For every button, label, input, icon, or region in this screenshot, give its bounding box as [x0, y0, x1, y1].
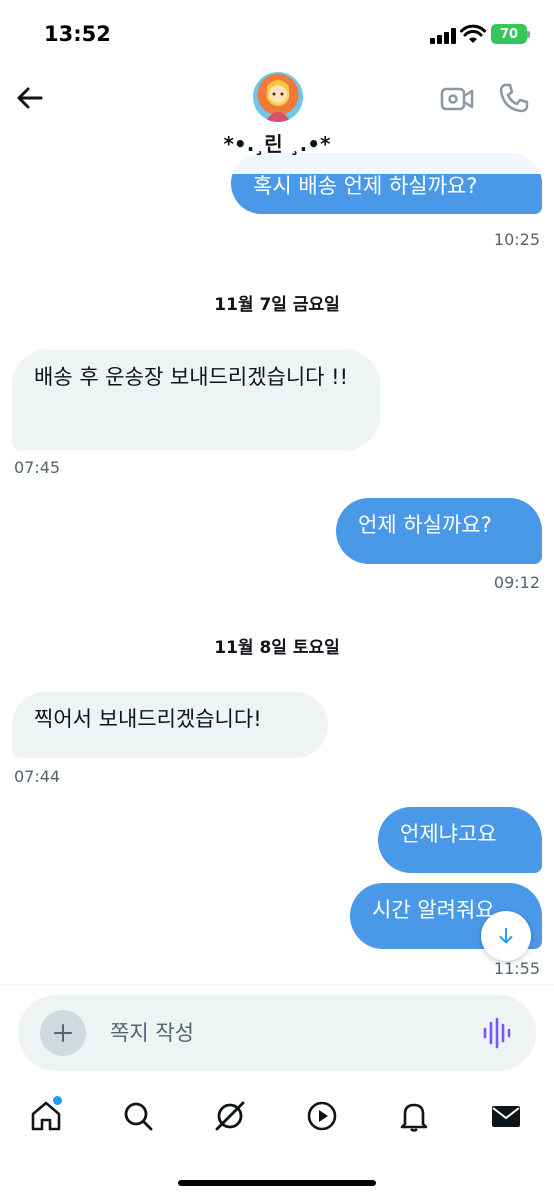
- arrow-left-icon: [17, 87, 43, 109]
- message-bubble-incoming[interactable]: 배송 후 운송장 보내드리겠습니다 !!: [12, 350, 380, 450]
- search-icon: [124, 1102, 153, 1131]
- conversation-header: *•.¸린 ¸.•*: [0, 64, 554, 174]
- message-bubble-outgoing[interactable]: 언제냐고요: [378, 807, 542, 873]
- tab-search[interactable]: [120, 1098, 156, 1134]
- notification-dot: [53, 1096, 62, 1105]
- plus-icon: [54, 1024, 72, 1042]
- home-indicator: [178, 1180, 376, 1186]
- status-time: 13:52: [44, 22, 111, 46]
- tab-messages[interactable]: [488, 1098, 524, 1134]
- back-button[interactable]: [12, 80, 48, 116]
- tab-home[interactable]: [28, 1096, 64, 1134]
- message-timestamp: 09:12: [493, 573, 540, 592]
- date-separator: 11월 8일 토요일: [214, 638, 340, 658]
- video-camera-icon: [440, 87, 474, 111]
- avatar[interactable]: [253, 72, 303, 122]
- battery-tip: [527, 31, 530, 38]
- message-input[interactable]: [110, 1015, 470, 1051]
- video-call-button[interactable]: [440, 84, 474, 114]
- tab-notifications[interactable]: [396, 1098, 432, 1134]
- mail-icon: [492, 1106, 520, 1127]
- message-bubble-incoming[interactable]: 찍어서 보내드리겠습니다!: [12, 692, 328, 758]
- message-timestamp: 11:55: [493, 959, 540, 978]
- tab-video[interactable]: [304, 1098, 340, 1134]
- composer-divider: [0, 984, 554, 985]
- voice-call-button[interactable]: [497, 81, 531, 115]
- add-attachment-button[interactable]: [40, 1010, 86, 1056]
- status-bar: 13:52 70: [0, 0, 554, 64]
- bottom-tab-bar: [0, 1086, 554, 1146]
- message-composer: [18, 995, 536, 1071]
- contact-name[interactable]: *•.¸린 ¸.•*: [0, 128, 554, 157]
- tab-grok[interactable]: [212, 1098, 248, 1134]
- phone-icon: [499, 83, 529, 113]
- battery-icon: 70: [491, 24, 527, 44]
- message-timestamp: 07:44: [14, 767, 61, 786]
- wifi-icon: [460, 24, 486, 44]
- arrow-down-icon: [499, 927, 513, 944]
- voice-message-button[interactable]: [482, 1017, 512, 1049]
- signal-icon: [430, 28, 456, 44]
- scroll-to-bottom-button[interactable]: [481, 911, 531, 961]
- grok-icon: [215, 1101, 245, 1131]
- message-bubble-outgoing[interactable]: 언제 하실까요?: [336, 498, 542, 564]
- date-separator: 11월 7일 금요일: [214, 295, 340, 315]
- bell-icon: [400, 1103, 428, 1132]
- message-timestamp: 07:45: [14, 458, 61, 477]
- audio-waveform-icon: [483, 1017, 511, 1049]
- play-icon: [307, 1101, 337, 1131]
- message-timestamp: 10:25: [493, 230, 540, 249]
